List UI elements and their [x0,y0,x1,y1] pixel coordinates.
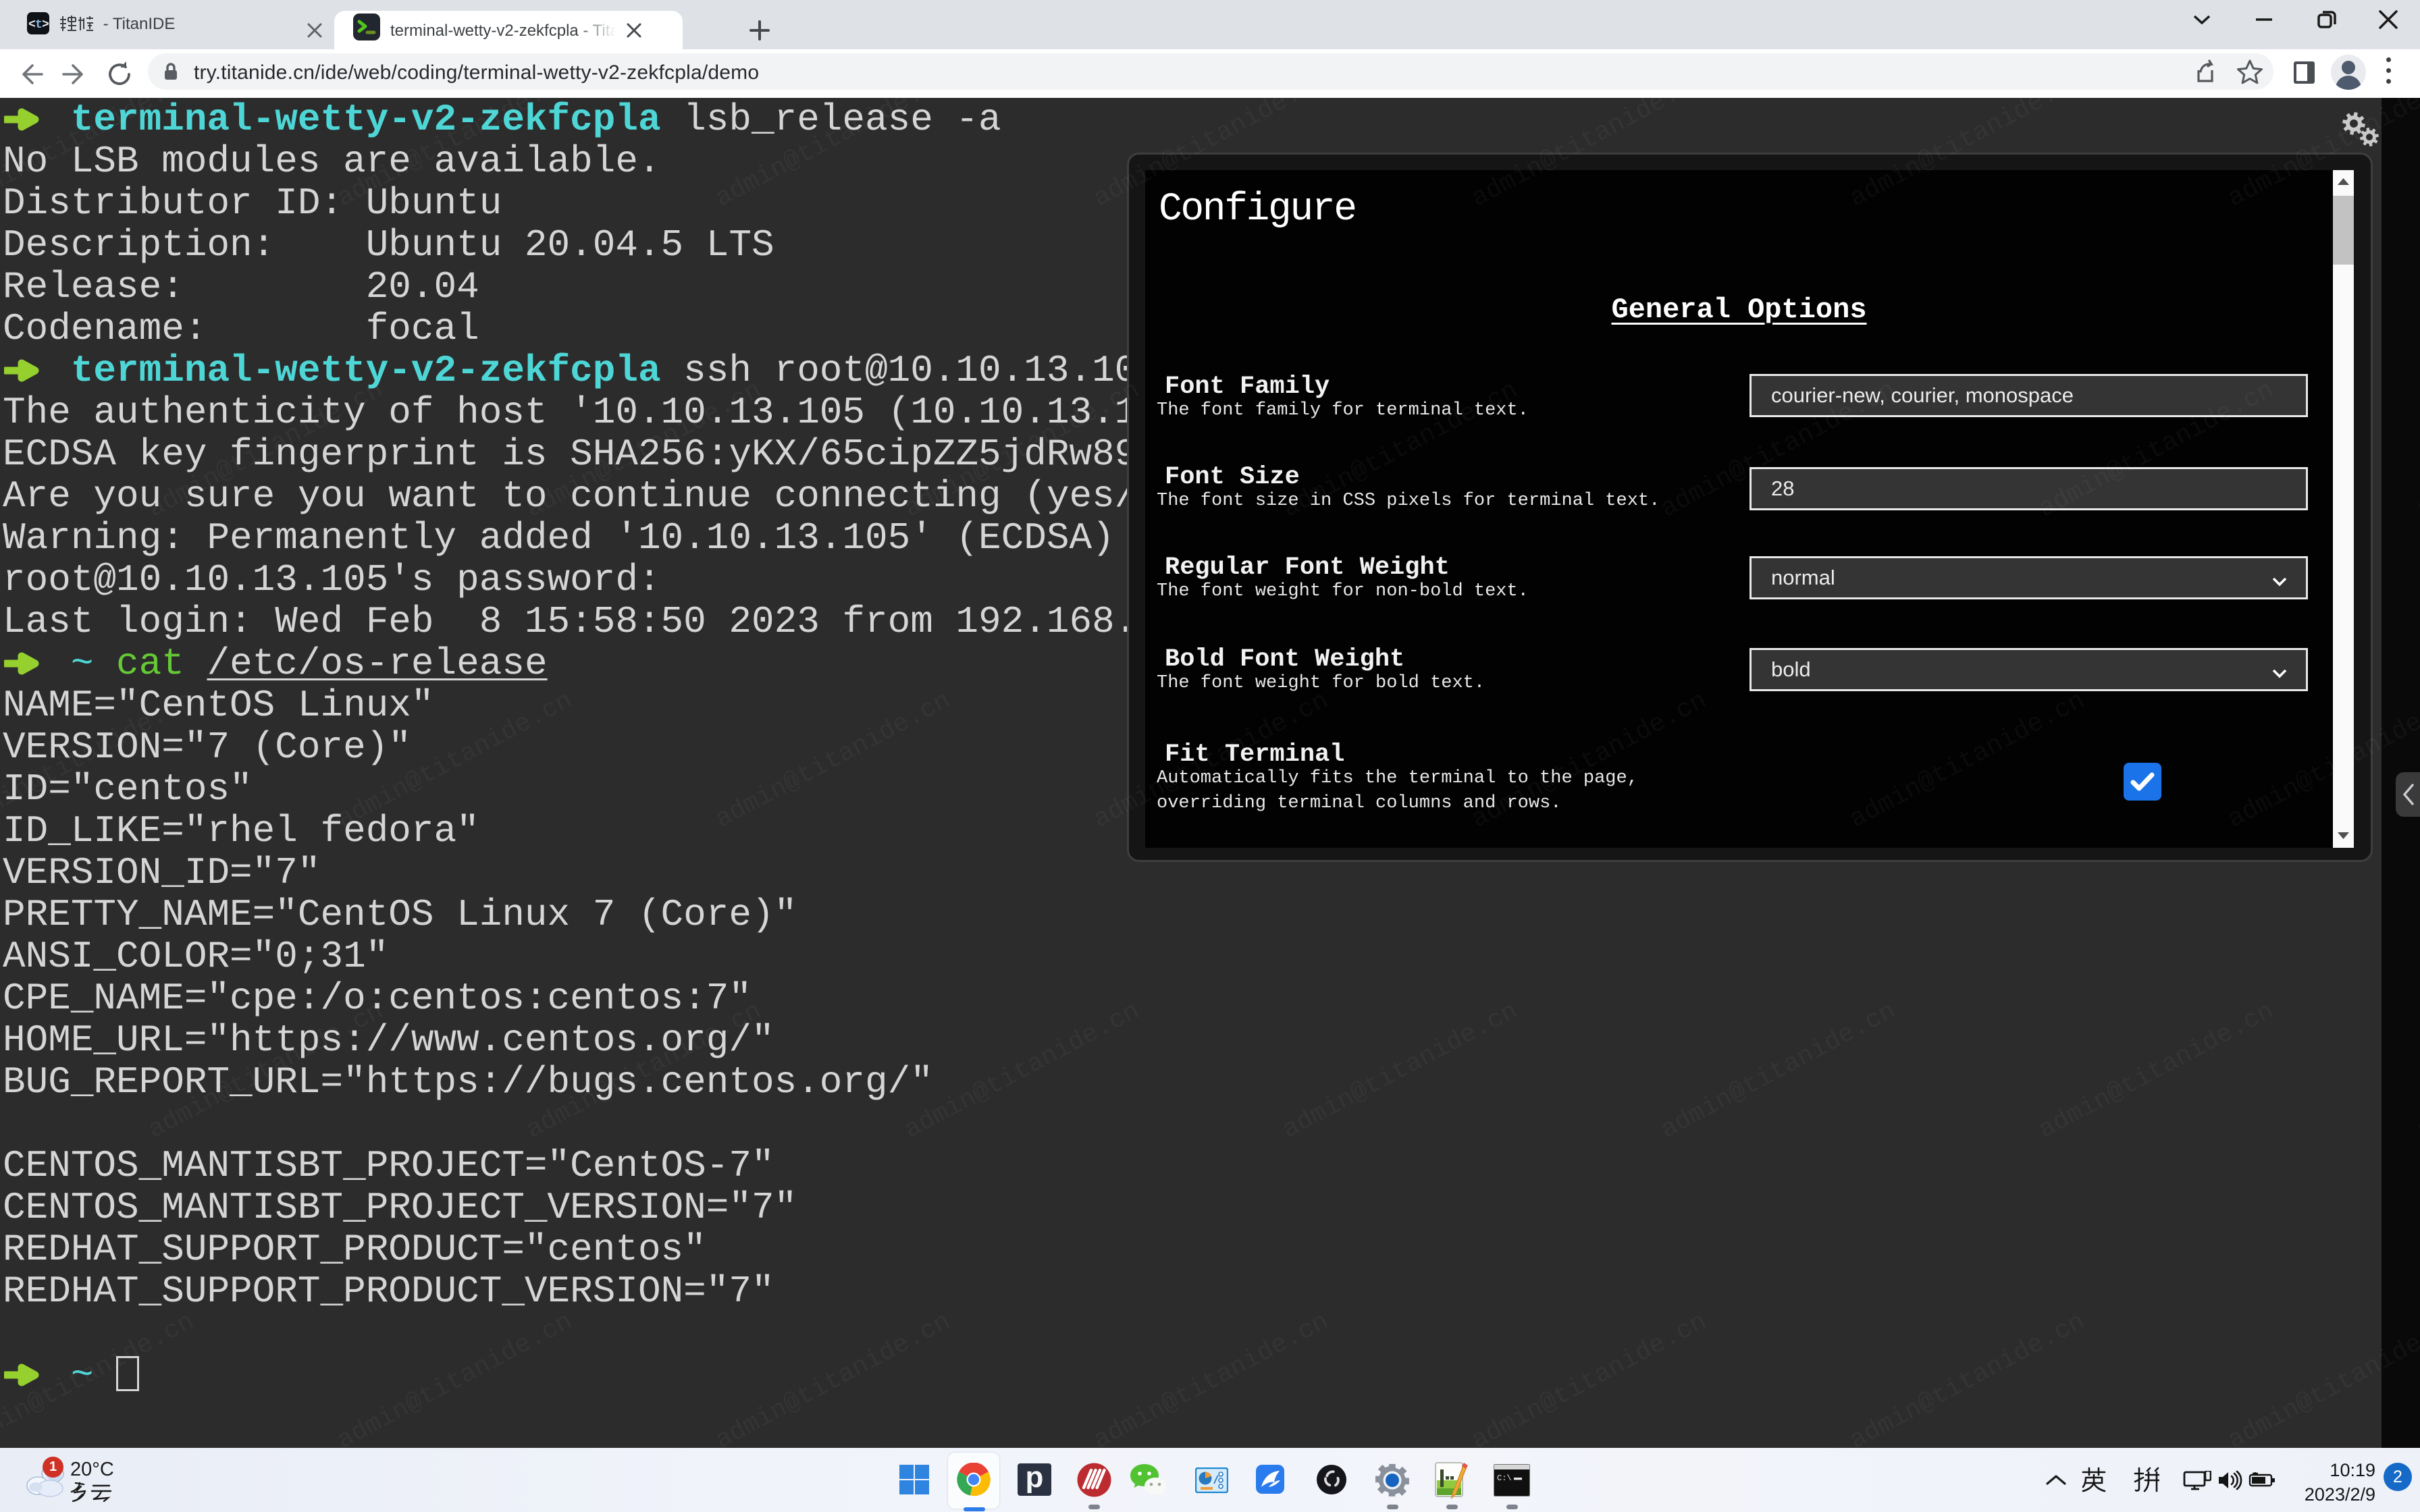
svg-text:C:\: C:\ [1497,1474,1512,1483]
svg-text:>: > [42,18,49,32]
